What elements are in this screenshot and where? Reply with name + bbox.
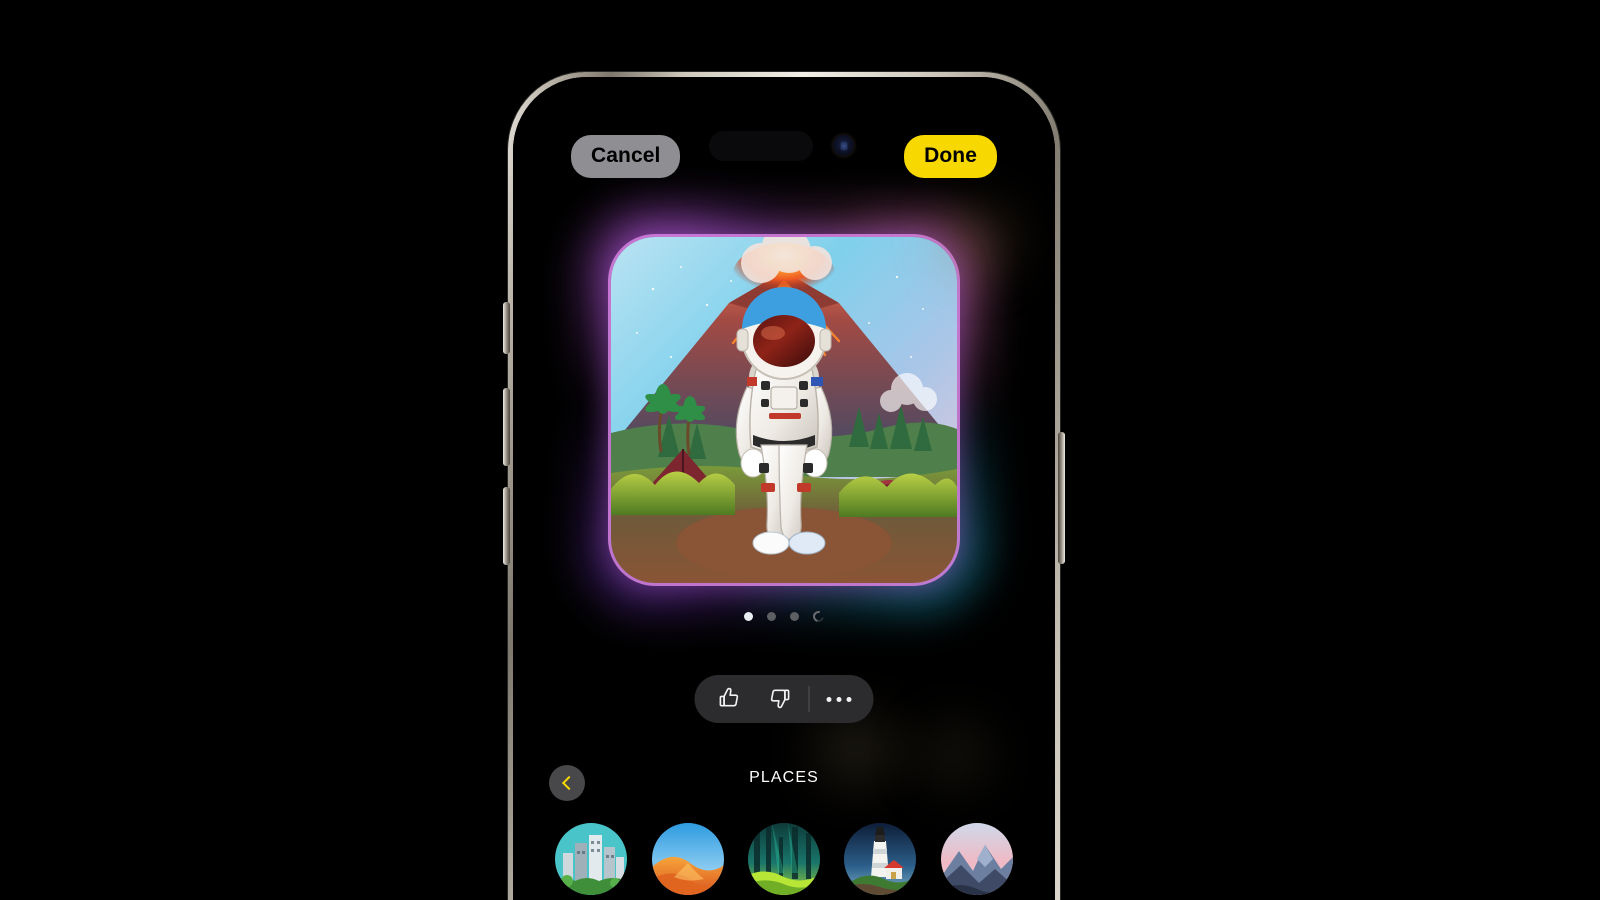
category-item-desert[interactable]: Desert [639, 823, 735, 900]
desert-thumbnail[interactable] [651, 823, 724, 895]
screenshot-stage: Cancel Done PLACES [0, 0, 1600, 900]
thumbs-down-icon [767, 685, 793, 714]
generated-image-preview[interactable] [577, 203, 991, 617]
thumbs-down-button[interactable] [755, 675, 805, 723]
volume-up-button[interactable] [503, 388, 510, 466]
cancel-button[interactable]: Cancel [571, 135, 681, 178]
volume-down-button[interactable] [503, 487, 510, 565]
category-item-mountains[interactable]: Mountains [929, 823, 1025, 900]
top-bar: Cancel Done [513, 135, 1055, 178]
more-options-button[interactable] [814, 675, 864, 723]
category-header: PLACES [513, 759, 1055, 815]
thumbs-up-button[interactable] [705, 675, 755, 723]
mountains-thumbnail[interactable] [940, 823, 1013, 895]
city-thumbnail[interactable] [555, 823, 628, 895]
lighthouse-thumbnail[interactable] [844, 823, 917, 895]
category-grid: City [513, 823, 1055, 900]
category-item-lighthouse[interactable]: Lighthouse [832, 823, 928, 900]
page-dot-3[interactable] [790, 612, 799, 621]
page-dot-2[interactable] [767, 612, 776, 621]
page-dot-1[interactable] [744, 612, 753, 621]
category-title: PLACES [749, 769, 819, 786]
action-button[interactable] [503, 302, 510, 354]
generated-image[interactable] [611, 237, 957, 583]
forest-thumbnail[interactable] [747, 823, 820, 895]
phone-frame: Cancel Done PLACES [508, 72, 1060, 900]
ellipsis-icon [826, 696, 851, 702]
category-item-city[interactable]: City [543, 823, 639, 900]
power-button[interactable] [1058, 432, 1065, 564]
phone-screen: Cancel Done PLACES [513, 77, 1055, 900]
category-item-forest[interactable]: Forest [736, 823, 832, 900]
page-indicator[interactable] [744, 608, 827, 625]
feedback-bar [694, 675, 874, 723]
done-button[interactable]: Done [904, 135, 997, 178]
phone-screen-bezel: Cancel Done PLACES [513, 77, 1055, 900]
page-dot-loading-spinner-icon [810, 608, 827, 625]
thumbs-up-icon [717, 685, 743, 714]
divider [808, 686, 810, 712]
